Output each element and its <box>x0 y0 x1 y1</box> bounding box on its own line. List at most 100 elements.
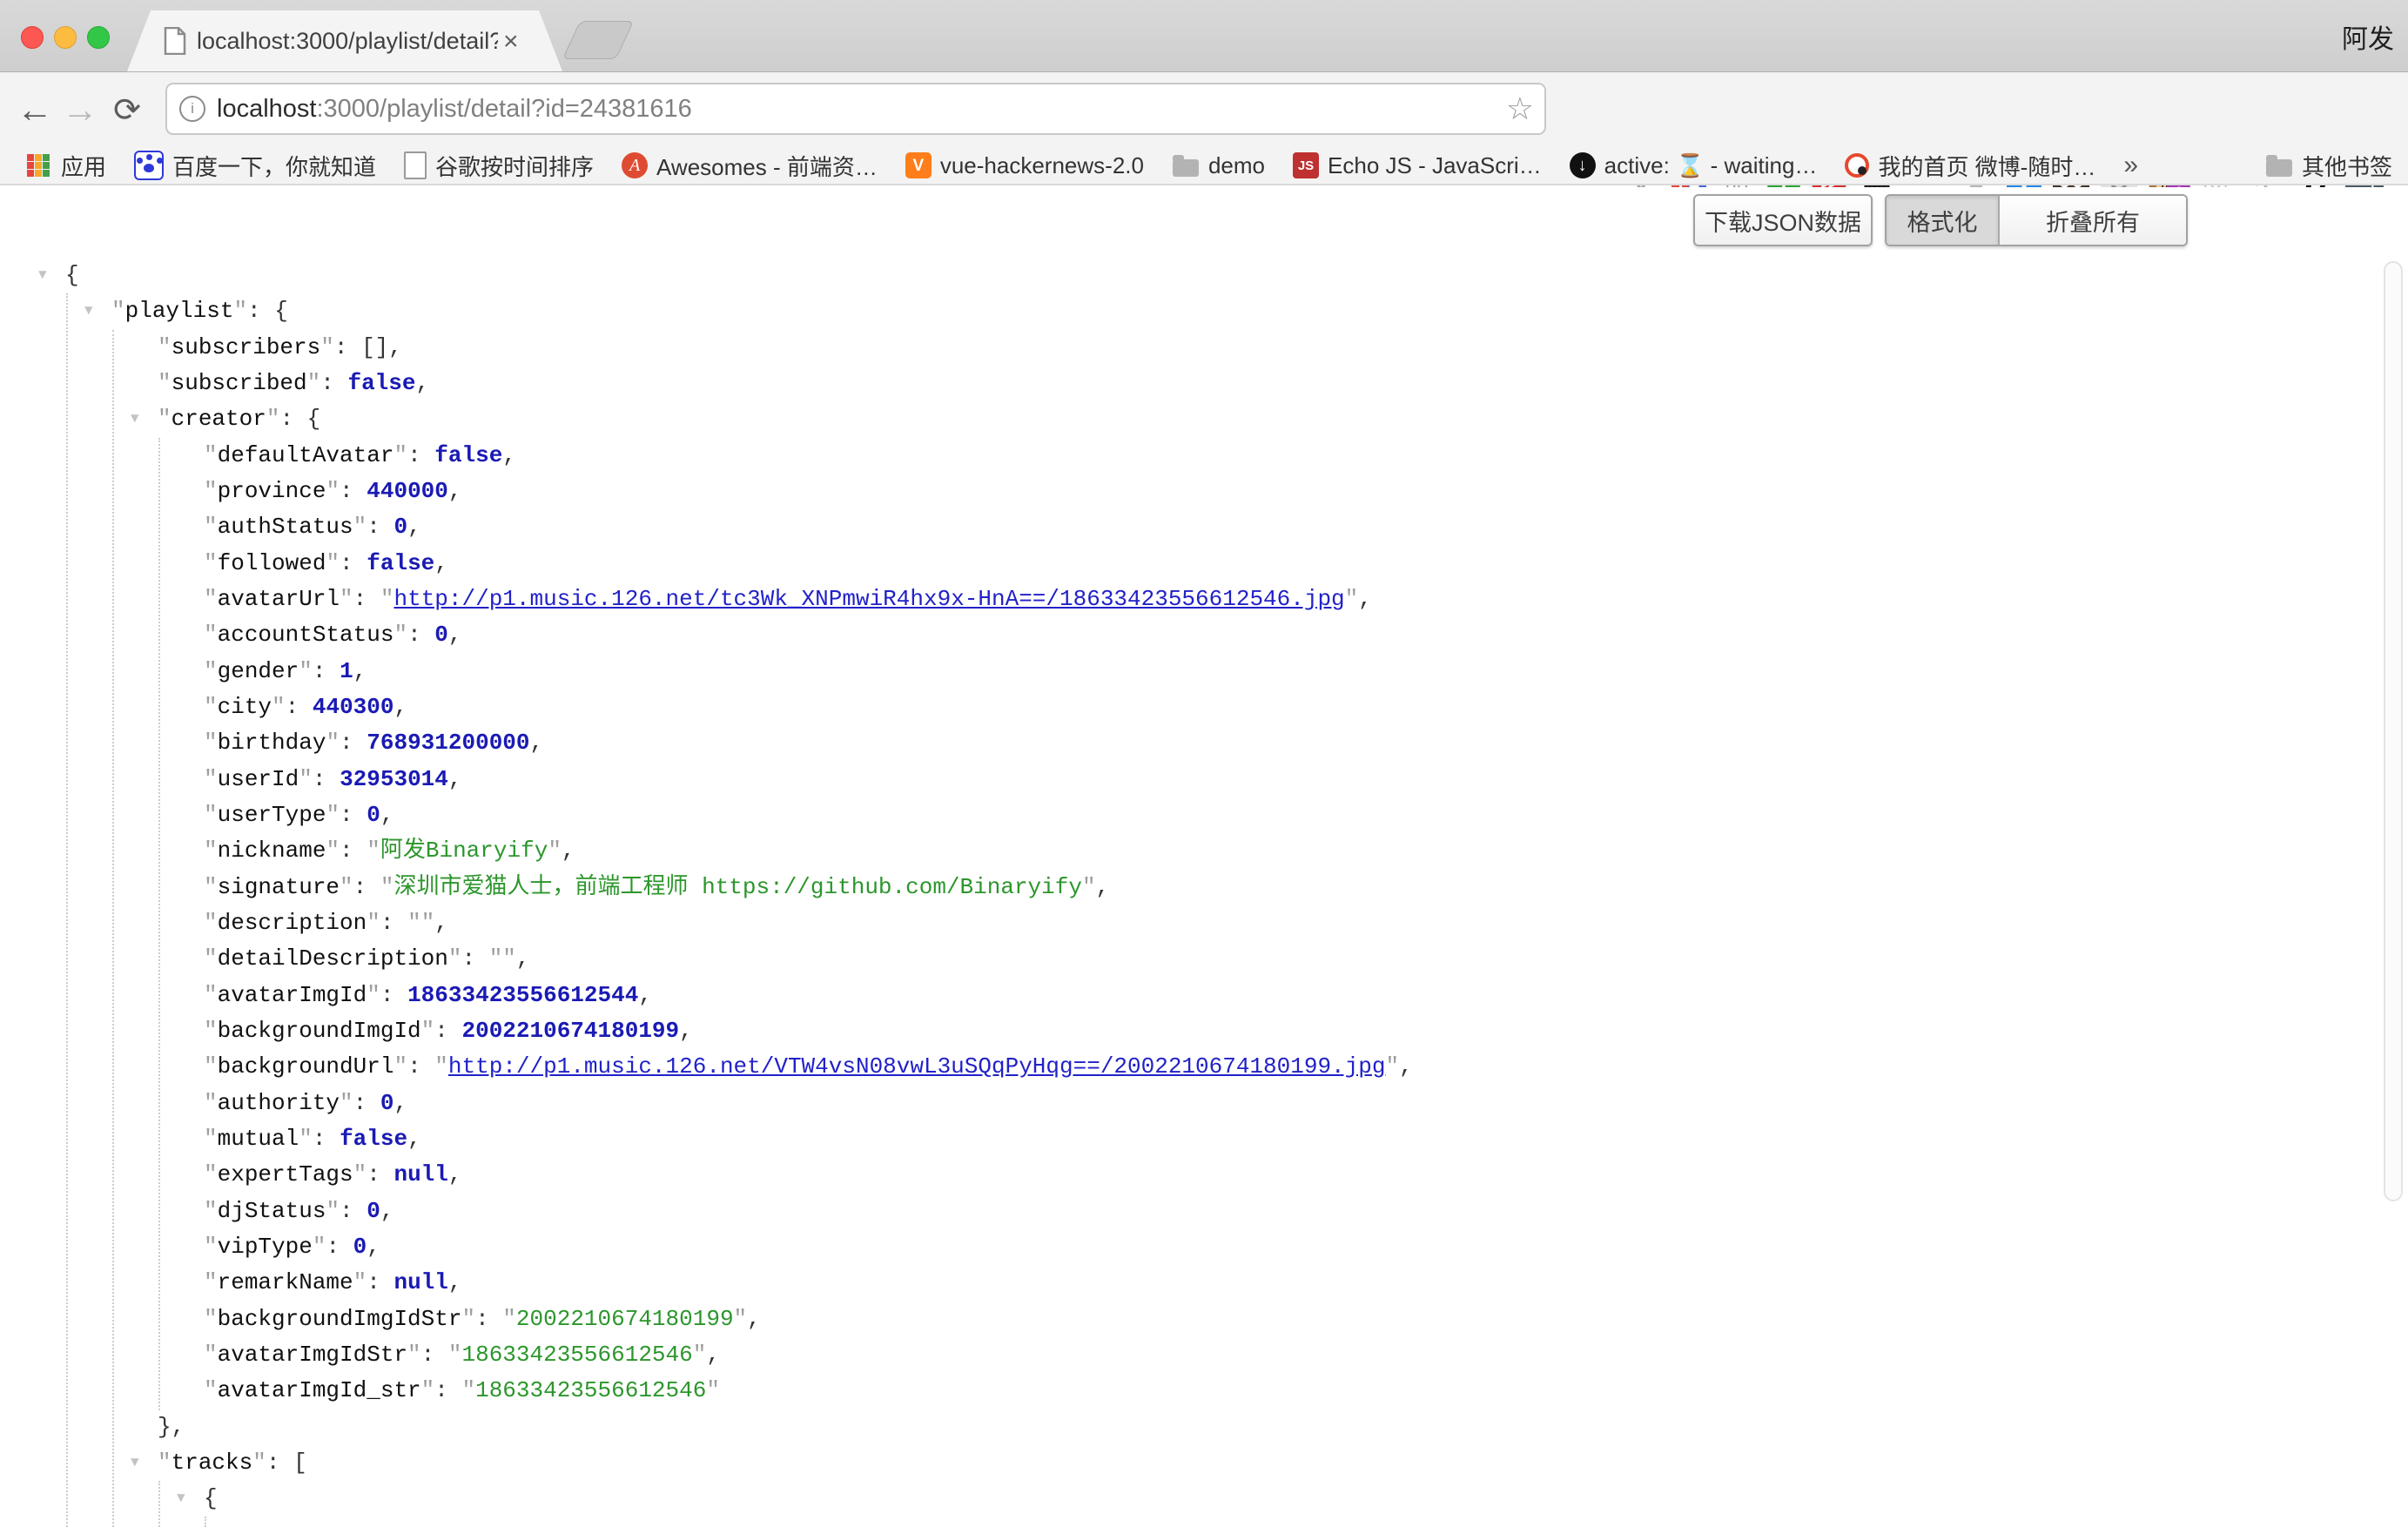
other-bookmarks-button[interactable]: 其他书签 <box>2265 147 2392 184</box>
active-icon: ↓ <box>1570 152 1596 178</box>
json-value: 0 <box>367 802 380 828</box>
json-key: expertTags <box>218 1161 353 1187</box>
zoom-window-button[interactable] <box>87 26 110 49</box>
json-key: backgroundUrl <box>218 1053 394 1080</box>
collapse-toggle-icon[interactable]: ▼ <box>84 293 93 329</box>
json-value: null <box>393 1269 447 1295</box>
weibo-icon <box>1845 153 1869 178</box>
awesomes-icon: A <box>622 152 648 178</box>
browser-toolbar: ← → ⟳ i localhost:3000/playlist/detail?i… <box>0 72 2408 147</box>
reload-button[interactable]: ⟳ <box>104 72 150 147</box>
bookmark-star-icon[interactable]: ☆ <box>1506 93 1534 124</box>
bookmarks-overflow-chevron[interactable]: » <box>2123 151 2138 180</box>
bookmark-item[interactable]: Vvue-hackernews-2.0 <box>905 152 1144 179</box>
collapse-toggle-icon[interactable]: ▼ <box>131 1445 139 1481</box>
bookmark-label: active: ⌛ - waiting… <box>1604 152 1818 179</box>
json-key: tracks <box>172 1450 253 1476</box>
json-key: creator <box>172 406 266 432</box>
json-link[interactable]: http://p1.music.126.net/tc3Wk_XNPmwiR4hx… <box>393 586 1344 612</box>
json-key: avatarImgIdStr <box>218 1342 407 1368</box>
json-key: backgroundImgId <box>218 1018 421 1044</box>
json-key: detailDescription <box>218 945 448 972</box>
forward-button[interactable]: → <box>57 72 103 147</box>
json-key: subscribed <box>172 370 307 396</box>
json-line: ▼"playlist": { <box>0 293 2351 329</box>
url-host: localhost <box>217 95 316 123</box>
echojs-icon: JS <box>1293 152 1319 178</box>
bookmark-item[interactable]: 百度一下，你就知道 <box>134 150 376 182</box>
json-key: avatarImgId_str <box>218 1377 421 1403</box>
json-line: "avatarImgId": 18633423556612544, <box>0 978 2351 1013</box>
json-line: "remarkName": null, <box>0 1265 2351 1301</box>
json-line: "backgroundImgId": 2002210674180199, <box>0 1013 2351 1049</box>
collapse-toggle-icon[interactable]: ▼ <box>131 401 139 437</box>
collapse-toggle-icon[interactable]: ▼ <box>38 258 47 293</box>
close-tab-icon[interactable]: × <box>503 27 519 57</box>
json-line: "djStatus": 0, <box>0 1194 2351 1229</box>
json-string: 2002210674180199 <box>516 1306 734 1332</box>
json-line: "avatarImgIdStr": "18633423556612546", <box>0 1337 2351 1373</box>
json-line: "subscribers": [], <box>0 330 2351 366</box>
download-json-button[interactable]: 下载JSON数据 <box>1693 194 1873 246</box>
bookmark-item[interactable]: 我的首页 微博-随时… <box>1845 150 2095 182</box>
json-value: 0 <box>353 1234 367 1260</box>
bookmark-item[interactable]: 谷歌按时间排序 <box>404 150 594 182</box>
json-value: false <box>367 550 434 576</box>
bookmark-item[interactable]: demo <box>1172 151 1265 179</box>
view-mode-segment: 格式化 折叠所有 <box>1885 194 2188 246</box>
bookmark-label: 百度一下，你就知道 <box>172 150 376 182</box>
bookmark-label: Awesomes - 前端资… <box>656 150 878 182</box>
json-key: backgroundImgIdStr <box>218 1306 462 1332</box>
json-value: 0 <box>367 1198 380 1224</box>
json-line: ▼{ <box>0 1481 2351 1517</box>
vue-icon: V <box>905 152 932 178</box>
json-line: "avatarImgId_str": "18633423556612546" <box>0 1373 2351 1409</box>
scrollbar-thumb[interactable] <box>2384 261 2403 1201</box>
site-info-icon[interactable]: i <box>179 96 205 122</box>
indent-guide <box>66 293 68 1527</box>
json-key: nickname <box>218 837 326 864</box>
json-line: "defaultAvatar": false, <box>0 438 2351 474</box>
format-button[interactable]: 格式化 <box>1887 196 2000 245</box>
json-key: playlist <box>125 298 234 324</box>
json-string: 深圳市爱猫人士，前端工程师 https://github.com/Binaryi… <box>393 874 1081 900</box>
indent-guide <box>158 438 160 1410</box>
json-line: ▼"creator": { <box>0 401 2351 437</box>
bookmark-item[interactable]: 应用 <box>24 150 106 182</box>
json-key: mutual <box>218 1126 299 1152</box>
tab-title: localhost:3000/playlist/detail? <box>197 28 498 57</box>
json-value: 18633423556612544 <box>407 982 638 1008</box>
json-line: "userType": 0, <box>0 797 2351 833</box>
json-line: "mutual": false, <box>0 1121 2351 1157</box>
json-string: 阿发Binaryify <box>380 837 548 864</box>
minimize-window-button[interactable] <box>54 26 77 49</box>
json-bracket: { <box>65 262 79 288</box>
json-line: "authStatus": 0, <box>0 509 2351 545</box>
address-bar[interactable]: i localhost:3000/playlist/detail?id=2438… <box>165 83 1546 135</box>
bookmark-item[interactable]: JSEcho JS - JavaScri… <box>1293 152 1542 179</box>
collapse-all-button[interactable]: 折叠所有 <box>2000 196 2186 245</box>
browser-tab[interactable]: localhost:3000/playlist/detail? × <box>127 10 562 71</box>
bookmark-item[interactable]: ↓ active: ⌛ - waiting… <box>1570 152 1818 179</box>
url-text[interactable]: localhost:3000/playlist/detail?id=243816… <box>217 95 692 124</box>
json-line: "city": 440300, <box>0 690 2351 725</box>
json-line: "description": "", <box>0 905 2351 941</box>
json-value: 0 <box>434 622 448 648</box>
json-value: 0 <box>380 1090 394 1116</box>
profile-name[interactable]: 阿发 <box>2342 17 2394 56</box>
folder-icon <box>2265 151 2293 179</box>
collapse-toggle-icon[interactable]: ▼ <box>177 1481 185 1517</box>
json-line: "expertTags": null, <box>0 1157 2351 1193</box>
json-bracket: { <box>307 406 321 432</box>
new-tab-button[interactable] <box>562 21 635 59</box>
json-line: "nickname": "阿发Binaryify", <box>0 833 2351 869</box>
json-link[interactable]: http://p1.music.126.net/VTW4vsN08vwL3uSQ… <box>448 1053 1386 1080</box>
back-button[interactable]: ← <box>12 72 57 147</box>
json-value: 440000 <box>367 478 448 504</box>
json-value: 0 <box>393 514 407 540</box>
json-line: "followed": false, <box>0 546 2351 582</box>
close-window-button[interactable] <box>21 26 44 49</box>
bookmark-label: 应用 <box>61 150 106 182</box>
bookmark-item[interactable]: A Awesomes - 前端资… <box>622 150 878 182</box>
json-key: subscribers <box>172 334 321 360</box>
